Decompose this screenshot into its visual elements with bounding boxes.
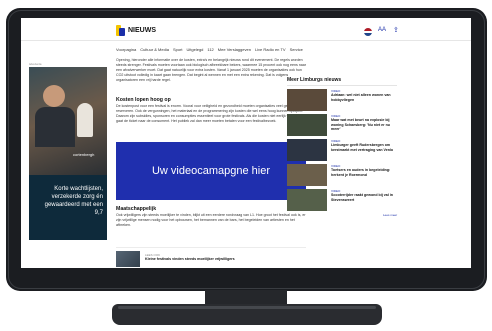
article-paragraph-2: Ook vrijwilligers zijn steeds moeilijker… [116, 213, 306, 227]
sidebar-news-item[interactable]: VIDEO Maar wat met beurt na explosie bij… [287, 114, 397, 136]
nav-item-voorpagina[interactable]: Voorpagina [116, 47, 136, 55]
article-intro: Opening, hieronder alle informatie over … [116, 58, 306, 82]
related-article-thumbnail[interactable] [116, 251, 140, 267]
site-header [21, 18, 471, 41]
language-flag-icon[interactable] [364, 28, 372, 36]
site-brand[interactable]: NIEUWS [128, 27, 156, 34]
divider [116, 247, 306, 248]
news-title[interactable]: Maar wat met beurt na explosie bij wonin… [331, 118, 397, 132]
article-subheading: Kosten lopen hoog op [116, 97, 171, 103]
nav-item-live-radio-tv[interactable]: Live Radio en TV [255, 47, 286, 55]
news-title[interactable]: Adriaan: wel niet alleen wonen van hobby… [331, 93, 397, 102]
article-subheading-2: Maatschappelijk [116, 206, 157, 212]
ad-text: Korte wachtlijsten, verzekerde zorg én g… [44, 186, 103, 216]
news-thumbnail [287, 89, 327, 111]
article-paragraph: De kostenpost voor een festival is enorm… [116, 104, 304, 123]
nav-item-uitgelegd[interactable]: Uitgelegd [187, 47, 204, 55]
sidebar-divider [287, 85, 397, 86]
sidebar-news-item[interactable]: VIDEO Scooterrijder raakt gewond bij val… [287, 189, 397, 211]
sidebar-news-item[interactable]: VIDEO Adriaan: wel niet alleen wonen van… [287, 89, 397, 111]
more-news-link[interactable]: Lees meer [383, 213, 397, 217]
monitor-screen: NIEUWS AA ⇪ Voorpagina Cultuur & Media S… [21, 18, 471, 268]
news-thumbnail [287, 189, 327, 211]
l1-logo-icon[interactable] [116, 25, 125, 36]
nav-item-sport[interactable]: Sport [173, 47, 183, 55]
news-title[interactable]: Limburger geeft Rudersbergen om kerstmar… [331, 143, 397, 152]
news-title[interactable]: Scooterrijder raakt gewond bij val in St… [331, 193, 397, 202]
nav-item-mee-verslaggeven[interactable]: Mee Verslaggeven [218, 47, 251, 55]
related-article-title[interactable]: Kleine festivals vinden steeds moeilijke… [145, 257, 235, 261]
news-thumbnail [287, 139, 327, 161]
sidebar-news-item[interactable]: VIDEO Limburger geeft Rudersbergen om ke… [287, 139, 397, 161]
monitor-base-highlight [118, 306, 376, 309]
ad-photo: cortenbergh [29, 67, 107, 175]
sidebar-heading: Meer Limburgs nieuws [287, 77, 342, 83]
news-thumbnail [287, 114, 327, 136]
nav-item-service[interactable]: Service [290, 47, 303, 55]
main-navigation: Voorpagina Cultuur & Media Sport Uitgele… [116, 47, 303, 55]
nav-item-112[interactable]: 112 [207, 47, 213, 55]
nav-item-cultuur-media[interactable]: Cultuur & Media [140, 47, 169, 55]
share-icon[interactable]: ⇪ [393, 26, 399, 34]
video-ad-text: Uw videocamapgne hier [151, 165, 270, 177]
font-size-button[interactable]: AA [378, 27, 386, 33]
left-advertisement[interactable]: cortenbergh Korte wachtlijsten, verzeker… [29, 67, 107, 240]
news-thumbnail [287, 164, 327, 186]
video-ad-banner[interactable]: Uw videocamapgne hier [116, 142, 306, 200]
news-title[interactable]: Toetsers en ouders in begeleiding: herke… [331, 168, 397, 177]
sidebar-news-item[interactable]: VIDEO Toetsers en ouders in begeleiding:… [287, 164, 397, 186]
ad-logo: cortenbergh [73, 152, 95, 157]
ad-label: Advertentie [29, 63, 42, 66]
